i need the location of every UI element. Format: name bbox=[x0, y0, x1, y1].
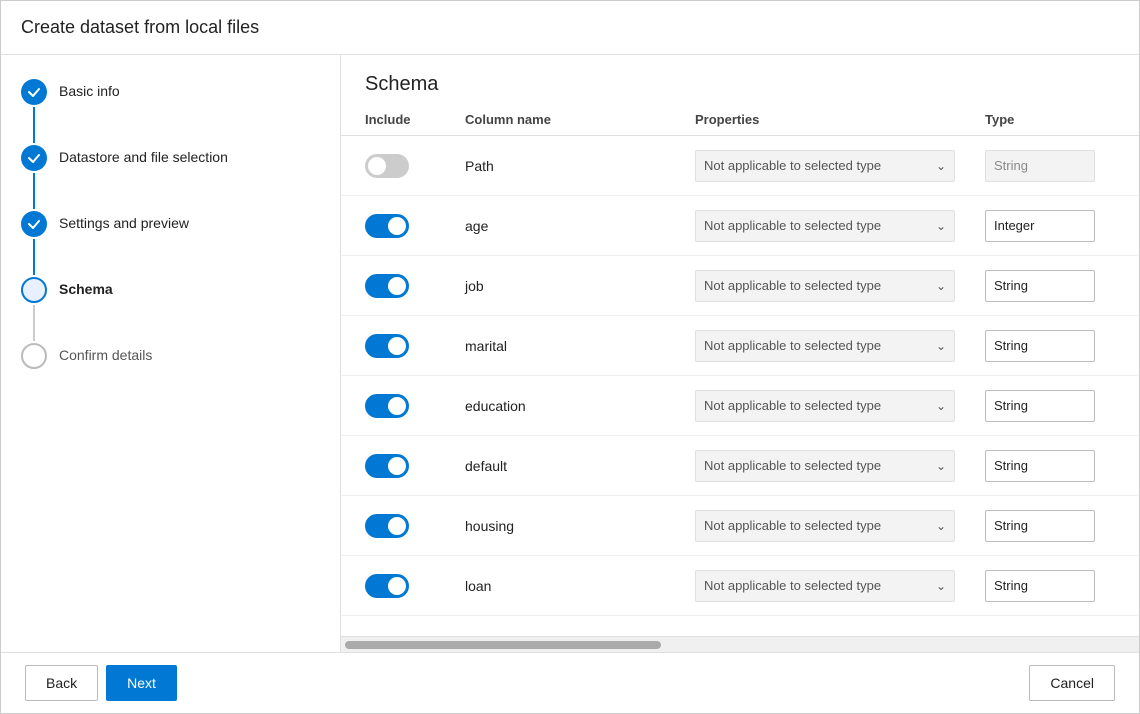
col-column-name: Column name bbox=[465, 112, 695, 127]
check-icon bbox=[27, 85, 41, 99]
step-label-settings: Settings and preview bbox=[59, 211, 189, 231]
horizontal-scrollbar[interactable] bbox=[341, 636, 1139, 652]
cancel-button[interactable]: Cancel bbox=[1029, 665, 1115, 701]
step-circle-schema bbox=[21, 277, 47, 303]
properties-select-job[interactable]: Not applicable to selected type⌄ bbox=[695, 270, 955, 302]
toggle-include-default[interactable] bbox=[365, 454, 409, 478]
dialog-body: Basic info Datastore and file selection bbox=[1, 55, 1139, 652]
step-settings: Settings and preview bbox=[21, 211, 320, 277]
table-row: maritalNot applicable to selected type⌄ bbox=[341, 316, 1139, 376]
table-row: jobNot applicable to selected type⌄ bbox=[341, 256, 1139, 316]
main-content: Schema Include Column name Properties Ty… bbox=[341, 55, 1139, 652]
type-input-marital[interactable] bbox=[985, 330, 1095, 362]
table-body: PathNot applicable to selected type⌄ageN… bbox=[341, 136, 1139, 636]
col-include: Include bbox=[365, 112, 465, 127]
step-schema: Schema bbox=[21, 277, 320, 343]
dialog-title: Create dataset from local files bbox=[21, 17, 1119, 38]
steps-sidebar: Basic info Datastore and file selection bbox=[1, 55, 341, 652]
type-input-housing[interactable] bbox=[985, 510, 1095, 542]
step-label-basic-info: Basic info bbox=[59, 79, 120, 99]
properties-select-marital[interactable]: Not applicable to selected type⌄ bbox=[695, 330, 955, 362]
step-circle-datastore bbox=[21, 145, 47, 171]
type-input-default[interactable] bbox=[985, 450, 1095, 482]
column-name-housing: housing bbox=[465, 518, 695, 534]
type-input-age[interactable] bbox=[985, 210, 1095, 242]
step-label-datastore: Datastore and file selection bbox=[59, 145, 228, 165]
connector-1 bbox=[33, 107, 35, 143]
properties-select-age[interactable]: Not applicable to selected type⌄ bbox=[695, 210, 955, 242]
table-row: defaultNot applicable to selected type⌄ bbox=[341, 436, 1139, 496]
table-row: PathNot applicable to selected type⌄ bbox=[341, 136, 1139, 196]
step-label-schema: Schema bbox=[59, 277, 113, 297]
check-icon bbox=[27, 151, 41, 165]
table-row: educationNot applicable to selected type… bbox=[341, 376, 1139, 436]
connector-2 bbox=[33, 173, 35, 209]
toggle-include-loan[interactable] bbox=[365, 574, 409, 598]
step-confirm: Confirm details bbox=[21, 343, 320, 369]
toggle-include-job[interactable] bbox=[365, 274, 409, 298]
toggle-include-marital[interactable] bbox=[365, 334, 409, 358]
type-input-loan[interactable] bbox=[985, 570, 1095, 602]
step-circle-confirm bbox=[21, 343, 47, 369]
column-name-job: job bbox=[465, 278, 695, 294]
check-icon bbox=[27, 217, 41, 231]
column-name-default: default bbox=[465, 458, 695, 474]
column-name-loan: loan bbox=[465, 578, 695, 594]
step-label-confirm: Confirm details bbox=[59, 343, 152, 363]
toggle-include-Path[interactable] bbox=[365, 154, 409, 178]
properties-select-loan[interactable]: Not applicable to selected type⌄ bbox=[695, 570, 955, 602]
type-input-Path bbox=[985, 150, 1095, 182]
table-header: Include Column name Properties Type bbox=[341, 104, 1139, 136]
step-circle-settings bbox=[21, 211, 47, 237]
column-name-education: education bbox=[465, 398, 695, 414]
create-dataset-dialog: Create dataset from local files Basic in… bbox=[0, 0, 1140, 714]
scrollbar-thumb[interactable] bbox=[345, 641, 661, 649]
back-button[interactable]: Back bbox=[25, 665, 98, 701]
step-datastore: Datastore and file selection bbox=[21, 145, 320, 211]
dialog-header: Create dataset from local files bbox=[1, 1, 1139, 55]
toggle-include-education[interactable] bbox=[365, 394, 409, 418]
column-name-Path: Path bbox=[465, 158, 695, 174]
connector-3 bbox=[33, 239, 35, 275]
type-input-job[interactable] bbox=[985, 270, 1095, 302]
properties-select-Path[interactable]: Not applicable to selected type⌄ bbox=[695, 150, 955, 182]
col-properties: Properties bbox=[695, 112, 985, 127]
properties-select-default[interactable]: Not applicable to selected type⌄ bbox=[695, 450, 955, 482]
properties-select-housing[interactable]: Not applicable to selected type⌄ bbox=[695, 510, 955, 542]
table-row: loanNot applicable to selected type⌄ bbox=[341, 556, 1139, 616]
column-name-marital: marital bbox=[465, 338, 695, 354]
table-row: housingNot applicable to selected type⌄ bbox=[341, 496, 1139, 556]
col-type: Type bbox=[985, 112, 1115, 127]
toggle-include-age[interactable] bbox=[365, 214, 409, 238]
dialog-footer: Back Next Cancel bbox=[1, 652, 1139, 713]
step-basic-info: Basic info bbox=[21, 79, 320, 145]
footer-left-buttons: Back Next bbox=[25, 665, 177, 701]
toggle-include-housing[interactable] bbox=[365, 514, 409, 538]
type-input-education[interactable] bbox=[985, 390, 1095, 422]
table-row: ageNot applicable to selected type⌄ bbox=[341, 196, 1139, 256]
step-circle-basic-info bbox=[21, 79, 47, 105]
schema-title: Schema bbox=[365, 73, 1115, 96]
next-button[interactable]: Next bbox=[106, 665, 177, 701]
schema-header: Schema bbox=[341, 55, 1139, 104]
column-name-age: age bbox=[465, 218, 695, 234]
properties-select-education[interactable]: Not applicable to selected type⌄ bbox=[695, 390, 955, 422]
connector-4 bbox=[33, 305, 35, 341]
